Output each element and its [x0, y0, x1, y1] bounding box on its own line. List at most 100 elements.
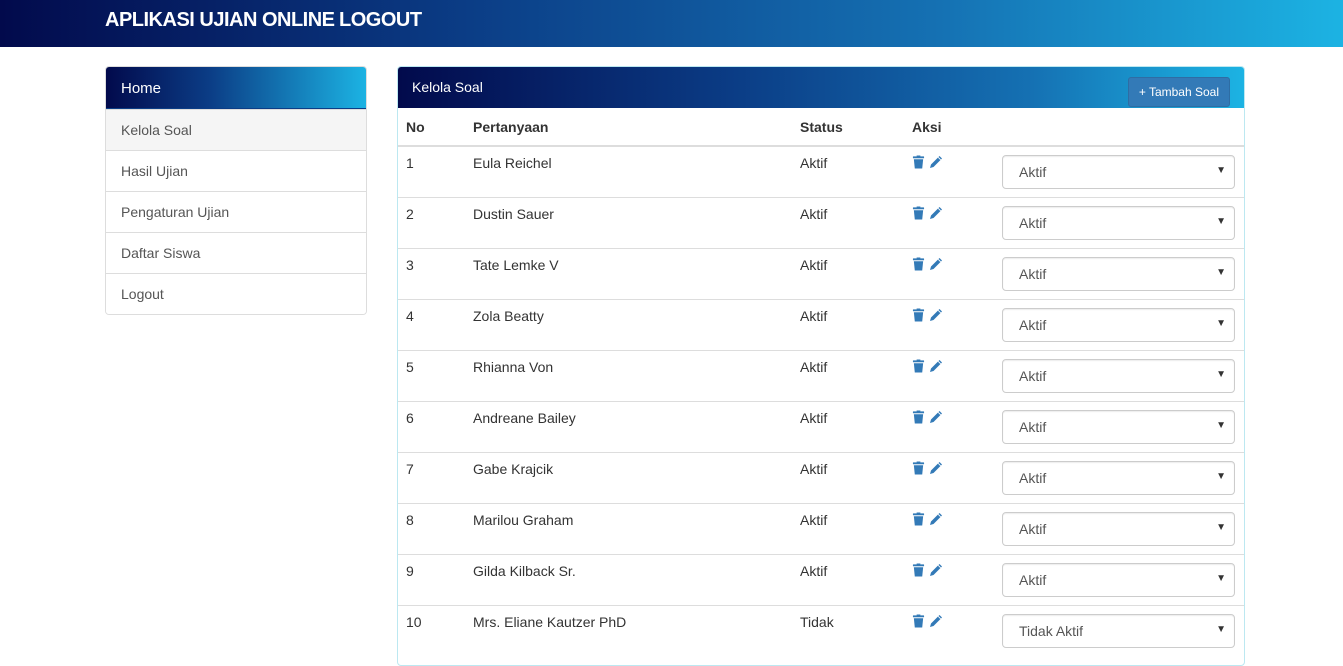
- status-select[interactable]: Aktif ▼: [1002, 409, 1235, 444]
- row-status: Aktif: [800, 155, 828, 171]
- status-select-value: Aktif: [1019, 265, 1047, 282]
- column-header-status: Status: [792, 108, 904, 147]
- status-select[interactable]: Aktif ▼: [1002, 205, 1235, 240]
- chevron-down-icon: ▼: [1216, 215, 1226, 227]
- table-row: 10 Mrs. Eliane Kautzer PhD Tidak Tidak Akti…: [398, 604, 1244, 656]
- table-row: 9 Gilda Kilback Sr. Aktif Aktif ▼: [398, 553, 1244, 605]
- status-select[interactable]: Aktif ▼: [1002, 358, 1235, 393]
- panel-title: Kelola Soal: [412, 79, 483, 95]
- trash-icon[interactable]: [912, 206, 926, 220]
- add-question-button[interactable]: + Tambah Soal: [1127, 77, 1230, 107]
- pencil-icon[interactable]: [929, 308, 943, 322]
- pencil-icon[interactable]: [929, 359, 943, 373]
- table-header-row: No Pertanyaan Status Aksi: [398, 108, 1244, 147]
- header-logout-link[interactable]: LOGOUT: [339, 9, 422, 32]
- kelola-soal-panel: Kelola Soal + Tambah Soal No Pertanyaan …: [397, 66, 1245, 666]
- row-question: Mrs. Eliane Kautzer PhD: [465, 604, 792, 656]
- row-question: Zola Beatty: [465, 298, 792, 350]
- trash-icon[interactable]: [912, 614, 926, 628]
- row-actions: [904, 502, 994, 554]
- row-question: Gilda Kilback Sr.: [465, 553, 792, 605]
- status-select-value: Aktif: [1019, 571, 1047, 588]
- row-actions: [904, 298, 994, 350]
- status-select[interactable]: Aktif ▼: [1002, 154, 1235, 189]
- row-select-cell: Aktif ▼: [994, 451, 1244, 503]
- status-select-value: Aktif: [1019, 469, 1047, 486]
- trash-icon[interactable]: [912, 563, 926, 577]
- row-status: Aktif: [792, 298, 904, 350]
- row-question: Eula Reichel: [473, 155, 552, 171]
- row-number: 8: [398, 502, 465, 554]
- trash-icon[interactable]: [912, 461, 926, 475]
- status-select[interactable]: Aktif ▼: [1002, 460, 1235, 495]
- row-select-cell: Aktif ▼: [994, 502, 1244, 554]
- row-actions: [904, 553, 994, 605]
- column-header-actions: Aksi: [904, 108, 994, 147]
- row-actions: [904, 196, 994, 248]
- pencil-icon[interactable]: [929, 512, 943, 526]
- status-select[interactable]: Tidak Aktif ▼: [1002, 613, 1235, 648]
- pencil-icon[interactable]: [929, 155, 943, 169]
- pencil-icon[interactable]: [929, 206, 943, 220]
- chevron-down-icon: ▼: [1216, 317, 1226, 329]
- chevron-down-icon: ▼: [1216, 572, 1226, 584]
- status-select-value: Aktif: [1019, 163, 1047, 180]
- status-select[interactable]: Aktif ▼: [1002, 256, 1235, 291]
- sidebar-item-daftar-siswa[interactable]: Daftar Siswa: [106, 232, 366, 273]
- top-navbar: APLIKASI UJIAN ONLINE LOGOUT: [0, 0, 1343, 47]
- pencil-icon[interactable]: [929, 257, 943, 271]
- table-row: 1 Eula Reichel Aktif Aktif ▼: [398, 146, 1244, 197]
- status-select[interactable]: Aktif ▼: [1002, 562, 1235, 597]
- trash-icon[interactable]: [912, 257, 926, 271]
- pencil-icon[interactable]: [929, 461, 943, 475]
- row-question: Tate Lemke V: [465, 247, 792, 299]
- trash-icon[interactable]: [912, 155, 926, 169]
- row-question: Rhianna Von: [465, 349, 792, 401]
- row-status: Aktif: [792, 451, 904, 503]
- column-header-no: No: [398, 108, 465, 147]
- trash-icon[interactable]: [912, 512, 926, 526]
- row-select-cell: Aktif ▼: [994, 553, 1244, 605]
- chevron-down-icon: ▼: [1216, 470, 1226, 482]
- chevron-down-icon: ▼: [1216, 368, 1226, 380]
- sidebar-item-hasil-ujian[interactable]: Hasil Ujian: [106, 150, 366, 191]
- sidebar-item-kelola-soal[interactable]: Kelola Soal: [106, 109, 366, 150]
- row-status: Tidak: [792, 604, 904, 656]
- row-select-cell: Aktif ▼: [994, 146, 1244, 197]
- row-actions: [904, 247, 994, 299]
- row-select-cell: Aktif ▼: [994, 247, 1244, 299]
- chevron-down-icon: ▼: [1216, 623, 1226, 635]
- status-select-value: Aktif: [1019, 214, 1047, 231]
- trash-icon[interactable]: [912, 308, 926, 322]
- questions-table: No Pertanyaan Status Aksi 1 Eula Reichel A…: [398, 108, 1244, 656]
- table-row: 3 Tate Lemke V Aktif Aktif ▼: [398, 247, 1244, 299]
- row-question: Andreane Bailey: [465, 400, 792, 452]
- row-number: 4: [398, 298, 465, 350]
- sidebar-item-home[interactable]: Home: [106, 67, 366, 109]
- row-number: 3: [398, 247, 465, 299]
- row-actions: [904, 604, 994, 656]
- trash-icon[interactable]: [912, 410, 926, 424]
- pencil-icon[interactable]: [929, 563, 943, 577]
- status-select[interactable]: Aktif ▼: [1002, 307, 1235, 342]
- sidebar-item-pengaturan-ujian[interactable]: Pengaturan Ujian: [106, 191, 366, 232]
- row-number: 7: [398, 451, 465, 503]
- chevron-down-icon: ▼: [1216, 164, 1226, 176]
- row-status: Aktif: [792, 349, 904, 401]
- chevron-down-icon: ▼: [1216, 266, 1226, 278]
- row-status: Aktif: [792, 247, 904, 299]
- row-select-cell: Tidak Aktif ▼: [994, 604, 1244, 656]
- status-select-value: Aktif: [1019, 520, 1047, 537]
- sidebar-item-logout[interactable]: Logout: [106, 273, 366, 314]
- status-select[interactable]: Aktif ▼: [1002, 511, 1235, 546]
- app-brand[interactable]: APLIKASI UJIAN ONLINE: [105, 9, 335, 32]
- pencil-icon[interactable]: [929, 614, 943, 628]
- row-actions: [904, 349, 994, 401]
- status-select-value: Tidak Aktif: [1019, 622, 1084, 639]
- row-number: 5: [398, 349, 465, 401]
- trash-icon[interactable]: [912, 359, 926, 373]
- table-row: 8 Marilou Graham Aktif Aktif ▼: [398, 502, 1244, 554]
- status-select-value: Aktif: [1019, 367, 1047, 384]
- row-select-cell: Aktif ▼: [994, 298, 1244, 350]
- pencil-icon[interactable]: [929, 410, 943, 424]
